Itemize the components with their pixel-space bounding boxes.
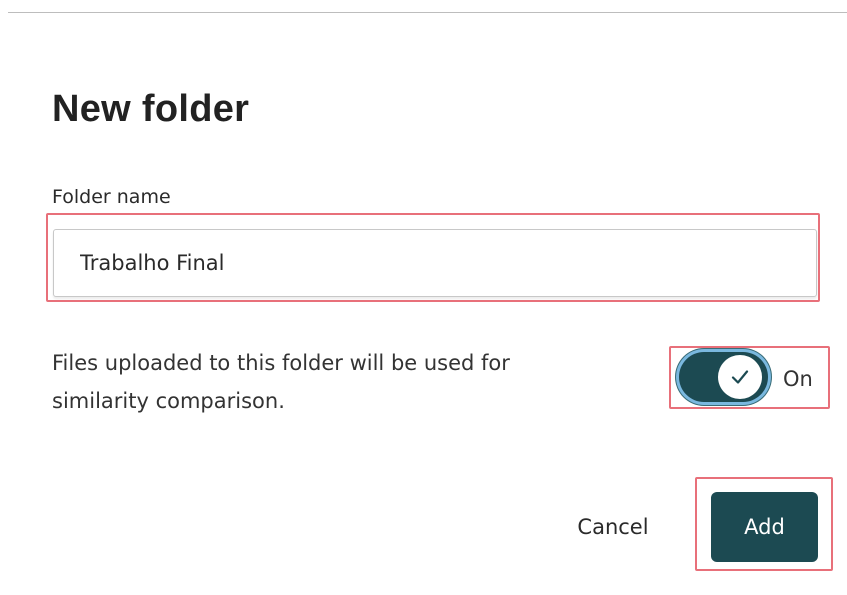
folder-name-label: Folder name xyxy=(52,186,171,208)
top-divider xyxy=(8,12,847,13)
dialog-title: New folder xyxy=(52,88,250,130)
toggle-state-label: On xyxy=(783,367,813,391)
similarity-toggle[interactable] xyxy=(676,349,771,405)
cancel-button[interactable]: Cancel xyxy=(559,500,667,554)
similarity-description: Files uploaded to this folder will be us… xyxy=(52,351,510,413)
add-button[interactable]: Add xyxy=(711,492,818,562)
checkmark-icon xyxy=(731,370,749,384)
toggle-knob xyxy=(718,355,762,399)
folder-name-input[interactable] xyxy=(53,229,817,297)
new-folder-dialog: New folder Folder name Files uploaded to… xyxy=(0,0,847,595)
